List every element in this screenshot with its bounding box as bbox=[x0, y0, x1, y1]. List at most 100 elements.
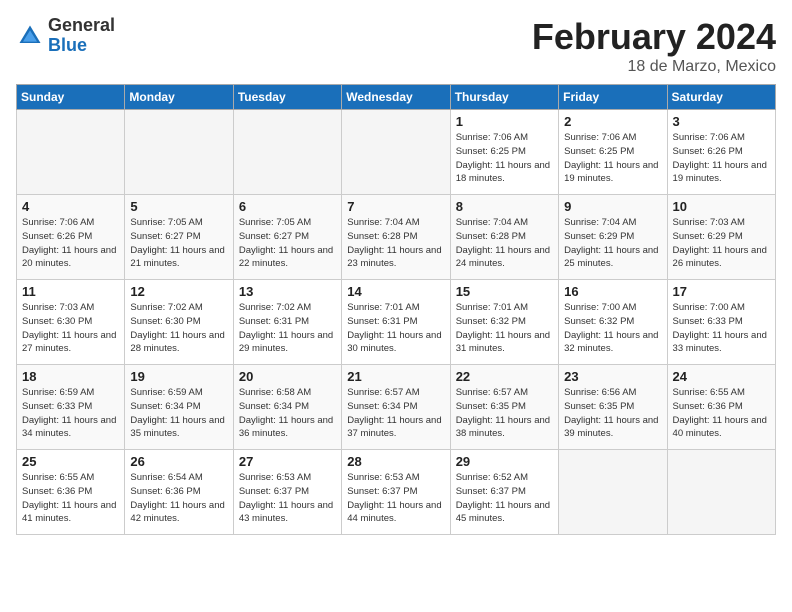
day-of-week-header: Tuesday bbox=[233, 85, 341, 110]
calendar-cell: 24 Sunrise: 6:55 AMSunset: 6:36 PMDayligh… bbox=[667, 365, 775, 450]
calendar-cell: 21Sunrise: 6:57 AMSunset: 6:34 PMDayligh… bbox=[342, 365, 450, 450]
calendar-cell: 22 Sunrise: 6:57 AMSunset: 6:35 PMDayligh… bbox=[450, 365, 558, 450]
calendar-cell bbox=[233, 110, 341, 195]
day-info: Sunrise: 7:06 AMSunset: 6:25 PMDaylight:… bbox=[564, 131, 661, 186]
day-number: 10 bbox=[673, 199, 770, 214]
day-info: Sunrise: 7:05 AMSunset: 6:27 PMDaylight:… bbox=[239, 216, 336, 271]
calendar-week-row: 4 Sunrise: 7:06 AMSunset: 6:26 PMDaylight… bbox=[17, 195, 776, 280]
calendar-week-row: 1 Sunrise: 7:06 AMSunset: 6:25 PMDaylight… bbox=[17, 110, 776, 195]
calendar-week-row: 11 Sunrise: 7:03 AMSunset: 6:30 PMDayligh… bbox=[17, 280, 776, 365]
calendar-table: SundayMondayTuesdayWednesdayThursdayFrid… bbox=[16, 84, 776, 535]
calendar-cell: 18 Sunrise: 6:59 AMSunset: 6:33 PMDayligh… bbox=[17, 365, 125, 450]
calendar-cell: 26 Sunrise: 6:54 AMSunset: 6:36 PMDayligh… bbox=[125, 450, 233, 535]
day-number: 14 bbox=[347, 284, 444, 299]
calendar-cell: 25 Sunrise: 6:55 AMSunset: 6:36 PMDayligh… bbox=[17, 450, 125, 535]
day-info: Sunrise: 7:03 AMSunset: 6:29 PMDaylight:… bbox=[673, 216, 770, 271]
calendar-cell: 17Sunrise: 7:00 AMSunset: 6:33 PMDayligh… bbox=[667, 280, 775, 365]
calendar-cell: 6 Sunrise: 7:05 AMSunset: 6:27 PMDaylight… bbox=[233, 195, 341, 280]
day-info: Sunrise: 6:54 AMSunset: 6:36 PMDaylight:… bbox=[130, 471, 227, 526]
day-of-week-header: Thursday bbox=[450, 85, 558, 110]
calendar-cell bbox=[667, 450, 775, 535]
calendar-cell: 2Sunrise: 7:06 AMSunset: 6:25 PMDaylight… bbox=[559, 110, 667, 195]
day-number: 11 bbox=[22, 284, 119, 299]
calendar-cell: 13 Sunrise: 7:02 AMSunset: 6:31 PMDayligh… bbox=[233, 280, 341, 365]
calendar-cell: 3 Sunrise: 7:06 AMSunset: 6:26 PMDaylight… bbox=[667, 110, 775, 195]
day-info: Sunrise: 7:04 AMSunset: 6:29 PMDaylight:… bbox=[564, 216, 661, 271]
day-number: 28 bbox=[347, 454, 444, 469]
calendar-cell: 20 Sunrise: 6:58 AMSunset: 6:34 PMDayligh… bbox=[233, 365, 341, 450]
day-info: Sunrise: 6:59 AMSunset: 6:33 PMDaylight:… bbox=[22, 386, 119, 441]
calendar-cell: 12Sunrise: 7:02 AMSunset: 6:30 PMDayligh… bbox=[125, 280, 233, 365]
day-info: Sunrise: 6:55 AMSunset: 6:36 PMDaylight:… bbox=[673, 386, 770, 441]
calendar-week-row: 25 Sunrise: 6:55 AMSunset: 6:36 PMDayligh… bbox=[17, 450, 776, 535]
day-info: Sunrise: 6:55 AMSunset: 6:36 PMDaylight:… bbox=[22, 471, 119, 526]
day-info: Sunrise: 6:53 AMSunset: 6:37 PMDaylight:… bbox=[347, 471, 444, 526]
calendar-cell: 14 Sunrise: 7:01 AMSunset: 6:31 PMDayligh… bbox=[342, 280, 450, 365]
day-info: Sunrise: 7:06 AMSunset: 6:25 PMDaylight:… bbox=[456, 131, 553, 186]
calendar-cell bbox=[342, 110, 450, 195]
calendar-cell: 11 Sunrise: 7:03 AMSunset: 6:30 PMDayligh… bbox=[17, 280, 125, 365]
calendar-cell: 29 Sunrise: 6:52 AMSunset: 6:37 PMDayligh… bbox=[450, 450, 558, 535]
logo-icon bbox=[16, 22, 44, 50]
day-number: 17 bbox=[673, 284, 770, 299]
day-info: Sunrise: 7:01 AMSunset: 6:31 PMDaylight:… bbox=[347, 301, 444, 356]
calendar-cell bbox=[17, 110, 125, 195]
day-number: 18 bbox=[22, 369, 119, 384]
day-number: 8 bbox=[456, 199, 553, 214]
calendar-title: February 2024 bbox=[532, 16, 776, 58]
calendar-cell: 4 Sunrise: 7:06 AMSunset: 6:26 PMDaylight… bbox=[17, 195, 125, 280]
day-info: Sunrise: 7:02 AMSunset: 6:31 PMDaylight:… bbox=[239, 301, 336, 356]
calendar-cell: 16 Sunrise: 7:00 AMSunset: 6:32 PMDayligh… bbox=[559, 280, 667, 365]
day-number: 16 bbox=[564, 284, 661, 299]
calendar-cell: 27 Sunrise: 6:53 AMSunset: 6:37 PMDayligh… bbox=[233, 450, 341, 535]
day-info: Sunrise: 7:03 AMSunset: 6:30 PMDaylight:… bbox=[22, 301, 119, 356]
day-info: Sunrise: 6:57 AMSunset: 6:35 PMDaylight:… bbox=[456, 386, 553, 441]
day-number: 26 bbox=[130, 454, 227, 469]
calendar-cell: 15Sunrise: 7:01 AMSunset: 6:32 PMDayligh… bbox=[450, 280, 558, 365]
calendar-cell bbox=[125, 110, 233, 195]
day-info: Sunrise: 7:04 AMSunset: 6:28 PMDaylight:… bbox=[456, 216, 553, 271]
day-info: Sunrise: 6:52 AMSunset: 6:37 PMDaylight:… bbox=[456, 471, 553, 526]
calendar-cell: 7 Sunrise: 7:04 AMSunset: 6:28 PMDaylight… bbox=[342, 195, 450, 280]
day-of-week-header: Sunday bbox=[17, 85, 125, 110]
day-number: 20 bbox=[239, 369, 336, 384]
day-info: Sunrise: 7:01 AMSunset: 6:32 PMDaylight:… bbox=[456, 301, 553, 356]
calendar-cell: 8 Sunrise: 7:04 AMSunset: 6:28 PMDaylight… bbox=[450, 195, 558, 280]
calendar-cell: 5 Sunrise: 7:05 AMSunset: 6:27 PMDaylight… bbox=[125, 195, 233, 280]
day-info: Sunrise: 7:06 AMSunset: 6:26 PMDaylight:… bbox=[22, 216, 119, 271]
day-number: 9 bbox=[564, 199, 661, 214]
day-of-week-header: Monday bbox=[125, 85, 233, 110]
day-of-week-header: Saturday bbox=[667, 85, 775, 110]
day-number: 13 bbox=[239, 284, 336, 299]
day-number: 7 bbox=[347, 199, 444, 214]
day-number: 6 bbox=[239, 199, 336, 214]
day-number: 3 bbox=[673, 114, 770, 129]
calendar-cell: 23Sunrise: 6:56 AMSunset: 6:35 PMDayligh… bbox=[559, 365, 667, 450]
day-info: Sunrise: 6:53 AMSunset: 6:37 PMDaylight:… bbox=[239, 471, 336, 526]
day-info: Sunrise: 7:05 AMSunset: 6:27 PMDaylight:… bbox=[130, 216, 227, 271]
day-number: 5 bbox=[130, 199, 227, 214]
day-number: 29 bbox=[456, 454, 553, 469]
day-info: Sunrise: 6:58 AMSunset: 6:34 PMDaylight:… bbox=[239, 386, 336, 441]
logo-general-text: General bbox=[48, 15, 115, 35]
day-number: 4 bbox=[22, 199, 119, 214]
logo-blue-text: Blue bbox=[48, 35, 87, 55]
day-info: Sunrise: 7:00 AMSunset: 6:32 PMDaylight:… bbox=[564, 301, 661, 356]
day-info: Sunrise: 7:06 AMSunset: 6:26 PMDaylight:… bbox=[673, 131, 770, 186]
calendar-cell: 1 Sunrise: 7:06 AMSunset: 6:25 PMDaylight… bbox=[450, 110, 558, 195]
calendar-cell: 9 Sunrise: 7:04 AMSunset: 6:29 PMDaylight… bbox=[559, 195, 667, 280]
day-info: Sunrise: 6:56 AMSunset: 6:35 PMDaylight:… bbox=[564, 386, 661, 441]
day-info: Sunrise: 6:59 AMSunset: 6:34 PMDaylight:… bbox=[130, 386, 227, 441]
page-header: General Blue February 2024 18 de Marzo, … bbox=[16, 16, 776, 76]
title-block: February 2024 18 de Marzo, Mexico bbox=[532, 16, 776, 76]
day-number: 24 bbox=[673, 369, 770, 384]
day-number: 27 bbox=[239, 454, 336, 469]
day-info: Sunrise: 7:04 AMSunset: 6:28 PMDaylight:… bbox=[347, 216, 444, 271]
day-of-week-header: Friday bbox=[559, 85, 667, 110]
day-number: 22 bbox=[456, 369, 553, 384]
calendar-cell: 10 Sunrise: 7:03 AMSunset: 6:29 PMDayligh… bbox=[667, 195, 775, 280]
calendar-week-row: 18 Sunrise: 6:59 AMSunset: 6:33 PMDayligh… bbox=[17, 365, 776, 450]
calendar-subtitle: 18 de Marzo, Mexico bbox=[532, 58, 776, 76]
day-number: 1 bbox=[456, 114, 553, 129]
day-number: 25 bbox=[22, 454, 119, 469]
